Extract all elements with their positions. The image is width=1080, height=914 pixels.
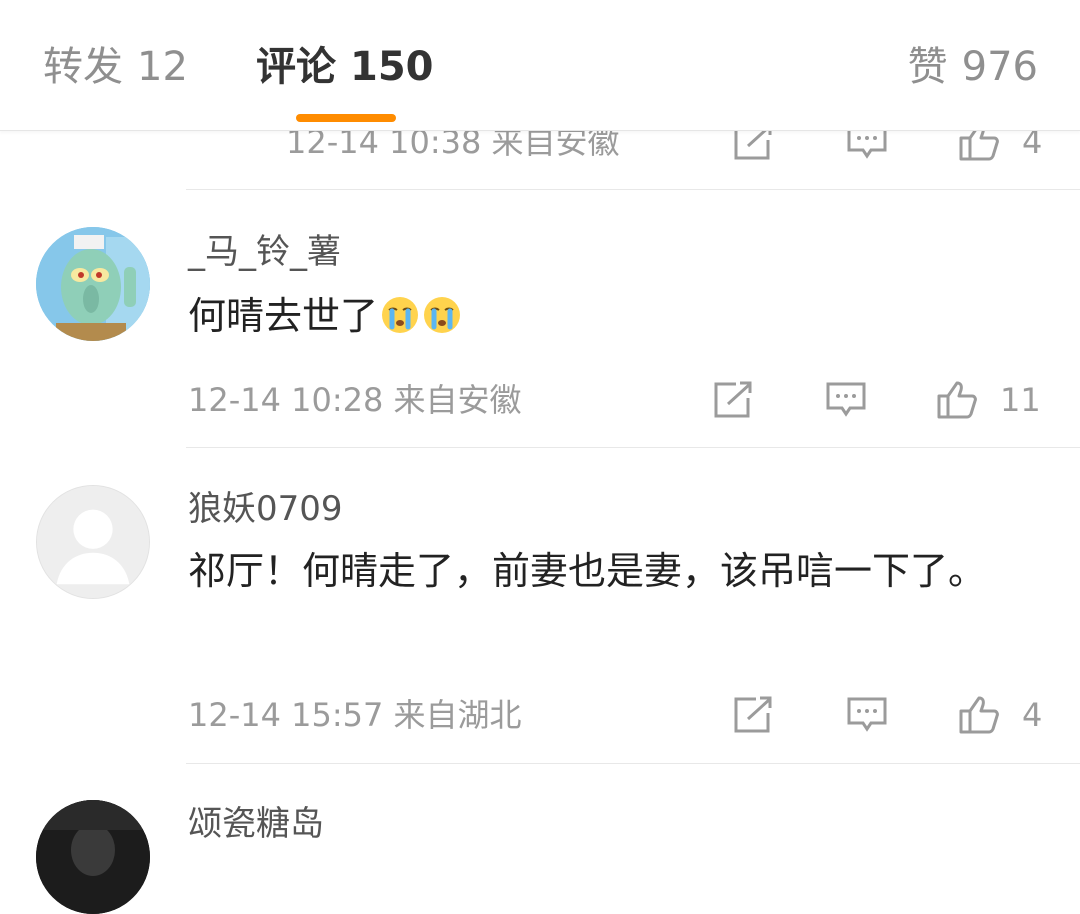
tab-bar: 转发 12 评论 150 赞 976 bbox=[0, 0, 1080, 131]
comment-icon[interactable] bbox=[825, 380, 867, 420]
like-count: 4 bbox=[1022, 696, 1043, 734]
avatar[interactable] bbox=[36, 227, 150, 341]
divider bbox=[186, 189, 1080, 190]
share-icon[interactable] bbox=[712, 380, 754, 420]
divider bbox=[186, 447, 1080, 448]
tab-count: 976 bbox=[961, 44, 1038, 90]
tab-label: 转发 bbox=[43, 44, 123, 90]
comment-time-location: 12-14 10:28 来自安徽 bbox=[188, 381, 522, 419]
comment-body: 祁厅！何晴走了，前妻也是妻，该吊唁一下了。 bbox=[188, 549, 987, 593]
crying-emoji bbox=[422, 289, 462, 333]
tab-likes[interactable]: 赞 976 bbox=[908, 40, 1038, 94]
divider bbox=[186, 763, 1080, 764]
crying-emoji bbox=[380, 289, 420, 333]
comment-body: 何晴去世了 bbox=[188, 283, 1048, 349]
tab-label: 评论 bbox=[256, 44, 336, 90]
thumbs-up-icon[interactable] bbox=[958, 695, 1000, 735]
tab-comments[interactable]: 评论 150 bbox=[256, 40, 434, 94]
active-tab-indicator bbox=[296, 114, 396, 122]
comment-meta-row: 12-14 15:57 来自湖北 4 bbox=[188, 690, 1048, 740]
tab-label: 赞 bbox=[907, 44, 948, 90]
tab-count: 12 bbox=[137, 44, 188, 90]
thumbs-up-icon[interactable] bbox=[936, 380, 978, 420]
like-count: 11 bbox=[1000, 381, 1041, 419]
comment-text: 何晴去世了 bbox=[188, 294, 379, 338]
comment-time-location: 12-14 15:57 来自湖北 bbox=[188, 696, 522, 734]
avatar[interactable] bbox=[36, 485, 150, 599]
comment-username[interactable]: 狼妖0709 bbox=[188, 487, 343, 531]
avatar[interactable] bbox=[36, 800, 150, 914]
comment-meta-row: 12-14 10:28 来自安徽 11 bbox=[188, 375, 1048, 425]
comment-username[interactable]: _马_铃_薯 bbox=[188, 230, 341, 274]
tab-reposts[interactable]: 转发 12 bbox=[43, 40, 188, 94]
tab-count: 150 bbox=[350, 44, 434, 90]
comment-username[interactable]: 颂瓷糖岛 bbox=[188, 802, 324, 846]
comment-icon[interactable] bbox=[846, 695, 888, 735]
share-icon[interactable] bbox=[732, 695, 774, 735]
